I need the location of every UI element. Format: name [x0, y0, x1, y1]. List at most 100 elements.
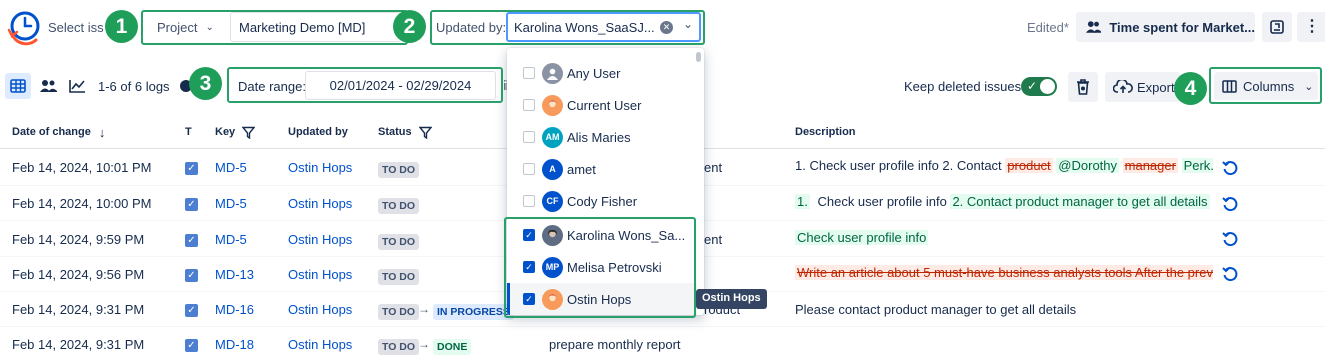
audit-clock-logo-icon — [7, 11, 40, 46]
header-type-label: T — [185, 126, 192, 138]
option-checkbox[interactable] — [523, 99, 535, 111]
header-key-label: Key — [215, 126, 236, 138]
row-description: Please contact product manager to get al… — [795, 302, 1213, 317]
row-date: Feb 14, 2024, 9:59 PM — [12, 232, 145, 247]
cloud-upload-icon — [1113, 80, 1133, 93]
desc-inserted: 2. Contact product manager to get all de… — [950, 194, 1210, 209]
delete-button[interactable] — [1068, 72, 1098, 102]
desc-inserted: Check user profile info — [795, 230, 929, 245]
revert-icon[interactable] — [1222, 196, 1238, 212]
avatar: A — [542, 158, 563, 180]
check-icon: ✓ — [1027, 79, 1038, 93]
arrow-down-icon: ↓ — [98, 124, 106, 140]
row-summary: ent — [704, 160, 723, 175]
option-checkbox[interactable] — [523, 67, 535, 79]
row-key[interactable]: MD-18 — [215, 337, 254, 352]
time-spent-button[interactable]: Time spent for Market... — [1076, 12, 1255, 42]
fullscreen-button[interactable] — [1262, 12, 1292, 42]
task-type-icon: ✓ — [185, 234, 198, 247]
option-checkbox[interactable] — [523, 131, 535, 143]
row-date: Feb 14, 2024, 10:01 PM — [12, 160, 152, 175]
highlight-columns — [1209, 67, 1322, 104]
option-label: amet — [567, 161, 596, 177]
toggle-knob — [1040, 79, 1055, 94]
filter-icon[interactable] — [418, 126, 432, 139]
row-updated-by[interactable]: Ostin Hops — [288, 302, 352, 317]
avatar: AM — [542, 126, 563, 148]
revert-icon[interactable] — [1222, 160, 1238, 176]
status-badge: DONE — [433, 339, 472, 355]
dropdown-option-any-user[interactable]: Any User — [507, 57, 697, 89]
header-description-label: Description — [795, 126, 856, 138]
chart-view-button[interactable] — [64, 73, 90, 99]
row-key[interactable]: MD-16 — [215, 302, 254, 317]
avatar: CF — [542, 190, 563, 212]
export-button[interactable]: Export — [1105, 72, 1180, 102]
dropdown-option-current-user[interactable]: Current User — [507, 89, 697, 121]
row-updated-by[interactable]: Ostin Hops — [288, 196, 352, 211]
select-issues-label: Select iss — [48, 20, 104, 35]
row-updated-by[interactable]: Ostin Hops — [288, 267, 352, 282]
desc-inserted: 1. — [795, 194, 810, 209]
desc-deleted: manager — [1122, 158, 1178, 173]
group-view-button[interactable] — [35, 73, 61, 99]
option-label: Cody Fisher — [567, 193, 638, 209]
row-updated-by[interactable]: Ostin Hops — [288, 160, 352, 175]
more-button[interactable]: ⋮ — [1297, 12, 1325, 42]
row-description: 1. Check user profile info 2. Contact pr… — [795, 158, 1213, 173]
row-summary: prepare monthly report — [549, 337, 681, 352]
row-updated-by[interactable]: Ostin Hops — [288, 232, 352, 247]
task-type-icon: ✓ — [185, 162, 198, 175]
header-date-label: Date of change — [12, 126, 91, 138]
expand-icon — [1270, 20, 1284, 34]
header-date[interactable]: Date of change ↓ — [12, 120, 105, 144]
status-badge: TO DO — [378, 198, 420, 214]
status-badge: TO DO — [378, 269, 420, 285]
time-spent-label: Time spent for Market... — [1109, 19, 1255, 35]
option-checkbox[interactable] — [523, 163, 535, 175]
row-summary: ent — [704, 232, 723, 247]
row-key[interactable]: MD-5 — [215, 232, 247, 247]
callout-1: 1 — [105, 10, 138, 43]
row-date: Feb 14, 2024, 9:31 PM — [12, 337, 145, 352]
edited-indicator: Edited* — [1027, 20, 1069, 35]
option-label: Any User — [567, 65, 621, 81]
row-key[interactable]: MD-5 — [215, 160, 247, 175]
revert-icon[interactable] — [1222, 231, 1238, 247]
header-key[interactable]: Key — [215, 120, 256, 144]
keep-deleted-toggle[interactable]: ✓ — [1021, 77, 1057, 96]
export-label: Export — [1137, 79, 1175, 95]
desc-inserted: @Dorothy — [1056, 158, 1120, 173]
status-badge: TO DO — [378, 339, 420, 355]
avatar — [542, 94, 563, 116]
dropdown-option-cody-fisher[interactable]: CF Cody Fisher — [507, 185, 697, 217]
status-badge: TO DO — [378, 234, 420, 250]
row-key[interactable]: MD-13 — [215, 267, 254, 282]
row-updated-by[interactable]: Ostin Hops — [288, 337, 352, 352]
header-type: T — [185, 120, 192, 144]
keep-deleted-label: Keep deleted issues — [904, 79, 1022, 94]
table-view-button[interactable] — [5, 73, 31, 99]
arrow-right-icon: → — [418, 302, 430, 316]
row-description: 1. Check user profile info 2. Contact pr… — [795, 194, 1213, 209]
logs-count: 1-6 of 6 logs — [98, 79, 170, 94]
option-checkbox[interactable] — [523, 195, 535, 207]
desc-text: 1. Check user profile info 2. Contact — [795, 158, 1002, 173]
row-key[interactable]: MD-5 — [215, 196, 247, 211]
row-description: Write an article about 5 must-have busin… — [795, 265, 1213, 280]
dropdown-option-amet[interactable]: A amet — [507, 153, 697, 185]
header-description: Description — [795, 120, 856, 144]
header-status[interactable]: Status — [378, 120, 432, 144]
highlight-selected-users — [504, 217, 696, 318]
desc-deleted: Write an article about 5 must-have busin… — [795, 265, 1213, 280]
row-description: Check user profile info — [795, 230, 1213, 245]
callout-3: 3 — [189, 67, 222, 100]
grid-icon — [10, 79, 26, 93]
dropdown-option-alis-maries[interactable]: AM Alis Maries — [507, 121, 697, 153]
revert-icon[interactable] — [1222, 266, 1238, 282]
callout-2: 2 — [393, 10, 426, 43]
users-icon — [1086, 21, 1102, 33]
filter-icon[interactable] — [242, 126, 256, 139]
callout-4: 4 — [1174, 72, 1207, 105]
row-date: Feb 14, 2024, 9:31 PM — [12, 302, 145, 317]
